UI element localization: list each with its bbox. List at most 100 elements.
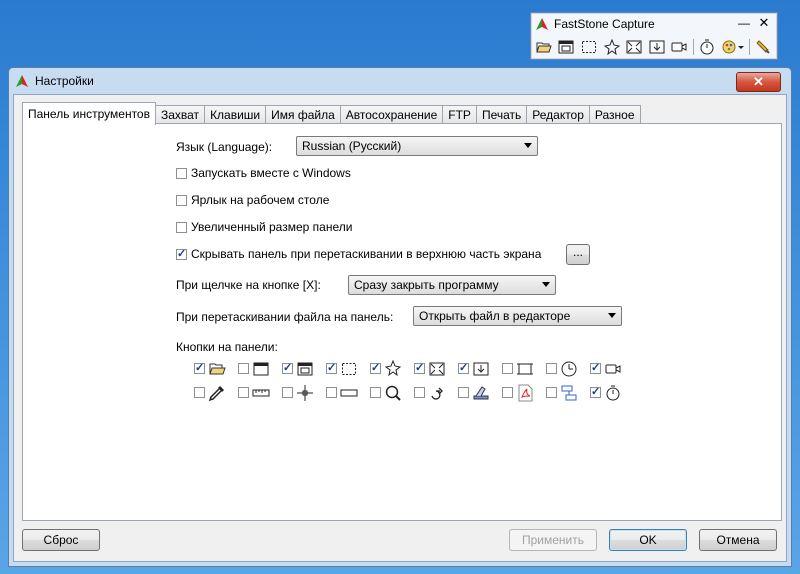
- ruler-icon: [252, 389, 270, 397]
- dialog-close-button[interactable]: ✕: [736, 72, 781, 92]
- checkbox[interactable]: [502, 363, 513, 374]
- tab-toolbar[interactable]: Панель инструментов: [22, 102, 156, 125]
- button-toggle-clock[interactable]: [546, 360, 590, 378]
- checkbox[interactable]: [370, 387, 381, 398]
- button-toggle-crosshair[interactable]: [282, 384, 326, 402]
- tab-filename[interactable]: Имя файла: [265, 105, 341, 125]
- capture-freehand-icon[interactable]: [603, 38, 621, 56]
- language-select[interactable]: Russian (Русский): [296, 136, 538, 156]
- option-label: Увеличенный размер панели: [191, 220, 353, 234]
- screen-recorder-icon: [605, 364, 621, 374]
- button-toggle-pdf[interactable]: [502, 384, 546, 402]
- checkbox-checked[interactable]: [326, 361, 337, 374]
- option-hide-toolbar[interactable]: Скрывать панель при перетаскивании в вер…: [176, 247, 541, 261]
- timer-icon[interactable]: [698, 38, 716, 56]
- tab-panel-toolbar: Язык (Language): Russian (Русский) Запус…: [22, 123, 782, 521]
- output-settings-icon[interactable]: [721, 38, 744, 56]
- hide-options-button[interactable]: ...: [566, 244, 590, 265]
- button-toggle-window[interactable]: [282, 360, 326, 378]
- button-toggle-compare[interactable]: [546, 384, 590, 402]
- button-toggle-magnifier[interactable]: [370, 384, 414, 402]
- chevron-down-icon: [608, 313, 616, 318]
- open-icon: [209, 363, 226, 375]
- checkbox[interactable]: [176, 167, 187, 179]
- faststone-title: FastStone Capture: [554, 17, 655, 31]
- checkbox-checked[interactable]: [194, 361, 205, 374]
- button-toggle-timer[interactable]: [590, 384, 634, 402]
- button-toggle-fixed-region[interactable]: [502, 360, 546, 378]
- language-label: Язык (Language):: [176, 140, 273, 154]
- ok-button[interactable]: OK: [609, 529, 687, 551]
- checkbox[interactable]: [546, 363, 557, 374]
- button-toggle-screen-bar[interactable]: [326, 384, 370, 402]
- drag-file-label: При перетаскивании файла на панель:: [176, 310, 394, 324]
- checkbox[interactable]: [546, 387, 557, 398]
- option-desktop-shortcut[interactable]: Ярлык на рабочем столе: [176, 193, 329, 207]
- checkbox[interactable]: [238, 363, 249, 374]
- checkbox[interactable]: [176, 194, 187, 206]
- pdf-icon: [518, 384, 533, 402]
- capture-fullscreen-icon: [429, 362, 445, 376]
- checkbox-checked[interactable]: [370, 361, 381, 374]
- checkbox[interactable]: [282, 387, 293, 398]
- checkbox[interactable]: [502, 387, 513, 398]
- button-toggle-freehand[interactable]: [370, 360, 414, 378]
- option-start-with-windows[interactable]: Запускать вместе с Windows: [176, 166, 351, 180]
- tab-ftp[interactable]: FTP: [442, 105, 477, 125]
- button-toggle-rect[interactable]: [326, 360, 370, 378]
- checkbox[interactable]: [326, 387, 337, 398]
- minimize-button[interactable]: —: [737, 16, 751, 30]
- button-toggle-recorder[interactable]: [590, 360, 634, 378]
- checkbox[interactable]: [414, 387, 425, 398]
- tab-capture[interactable]: Захват: [154, 105, 206, 125]
- tab-misc[interactable]: Разное: [588, 105, 641, 125]
- button-toggle-open[interactable]: [194, 360, 238, 378]
- button-toggle-redo[interactable]: [414, 384, 458, 402]
- capture-scroll-icon[interactable]: [648, 38, 666, 56]
- checkbox[interactable]: [176, 221, 187, 233]
- checkbox-checked[interactable]: [458, 361, 469, 374]
- checkbox[interactable]: [458, 387, 469, 398]
- faststone-titlebar[interactable]: FastStone Capture — ✕: [531, 13, 777, 35]
- tab-print[interactable]: Печать: [475, 105, 528, 125]
- crosshair-icon: [297, 385, 313, 401]
- checkbox-checked[interactable]: [176, 247, 187, 260]
- timer-icon: [606, 385, 620, 401]
- chevron-down-icon: [542, 282, 550, 287]
- option-label: Скрывать панель при перетаскивании в вер…: [191, 247, 542, 261]
- button-toggle-active-window[interactable]: [238, 360, 282, 378]
- close-x-select[interactable]: Сразу закрыть программу: [348, 275, 556, 295]
- capture-fullscreen-icon[interactable]: [625, 38, 643, 56]
- reset-button[interactable]: Сброс: [22, 529, 100, 551]
- toolbar-buttons-label: Кнопки на панели:: [176, 340, 278, 354]
- checkbox[interactable]: [194, 387, 205, 398]
- tab-editor[interactable]: Редактор: [526, 105, 590, 125]
- button-toggle-fullscreen[interactable]: [414, 360, 458, 378]
- drag-file-select[interactable]: Открыть файл в редакторе: [413, 306, 622, 326]
- open-icon[interactable]: [535, 38, 553, 56]
- checkbox-checked[interactable]: [590, 385, 601, 398]
- settings-icon[interactable]: [754, 38, 772, 56]
- cancel-button[interactable]: Отмена: [699, 529, 777, 551]
- capture-window-icon[interactable]: [558, 38, 576, 56]
- drag-file-select-value: Открыть файл в редакторе: [419, 309, 571, 323]
- button-toggle-color-picker[interactable]: [194, 384, 238, 402]
- checkbox-checked[interactable]: [590, 361, 601, 374]
- option-large-toolbar[interactable]: Увеличенный размер панели: [176, 220, 352, 234]
- dialog-titlebar[interactable]: Настройки ✕: [9, 68, 791, 94]
- close-button[interactable]: ✕: [757, 16, 771, 30]
- screen-recorder-icon[interactable]: [671, 38, 689, 56]
- button-toggle-ruler[interactable]: [238, 384, 282, 402]
- faststone-tools: [531, 35, 777, 59]
- clock-icon: [561, 361, 577, 377]
- button-toggle-scanner[interactable]: [458, 384, 502, 402]
- capture-rect-icon[interactable]: [580, 38, 598, 56]
- tab-hotkeys[interactable]: Клавиши: [204, 105, 267, 125]
- checkbox[interactable]: [238, 387, 249, 398]
- button-toggle-scroll[interactable]: [458, 360, 502, 378]
- tab-autosave[interactable]: Автосохранение: [339, 105, 444, 125]
- apply-button[interactable]: Применить: [509, 529, 597, 551]
- checkbox-checked[interactable]: [414, 361, 425, 374]
- checkbox-checked[interactable]: [282, 361, 293, 374]
- capture-fixed-region-icon: [517, 363, 533, 375]
